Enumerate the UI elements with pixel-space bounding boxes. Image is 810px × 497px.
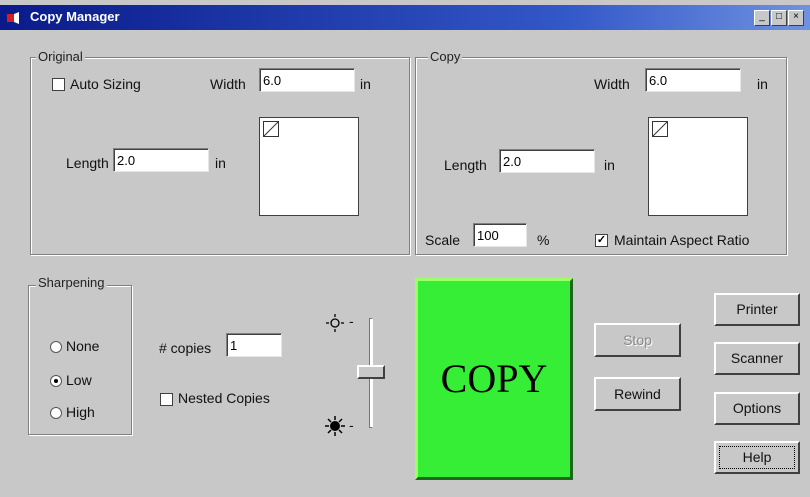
maintain-aspect-checkbox[interactable]: ✓ [595,234,608,247]
copy-width-unit: in [757,76,768,92]
stop-button[interactable]: Stop [594,323,681,357]
title-bar[interactable]: Copy Manager _ □ × [0,5,810,30]
original-preview-thumb [263,121,279,137]
dark-sun-icon [325,416,345,436]
minimize-button[interactable]: _ [754,10,770,26]
close-button[interactable]: × [788,10,804,26]
original-width-input[interactable]: 6.0 [259,68,355,92]
sharpening-group-label: Sharpening [36,275,107,290]
bright-sun-icon [326,314,344,332]
copy-length-unit: in [604,157,615,173]
original-width-unit: in [360,76,371,92]
nested-copies-checkbox[interactable] [160,393,173,406]
original-width-label: Width [210,76,246,92]
help-button[interactable]: Help [714,441,800,474]
auto-sizing-label: Auto Sizing [70,76,141,92]
sharpening-none-label: None [66,338,100,354]
copy-preview [648,117,748,216]
copy-button[interactable]: COPY [415,278,573,480]
scale-input[interactable]: 100 [473,223,527,247]
copy-length-label: Length [444,157,487,173]
scanner-button[interactable]: Scanner [714,342,800,375]
copy-width-label: Width [594,76,630,92]
sharpening-low-label: Low [66,372,92,388]
sharpening-high-label: High [66,404,95,420]
copy-manager-window: Copy Manager _ □ × Original Auto Sizing … [0,0,810,497]
copy-width-input[interactable]: 6.0 [645,68,741,92]
printer-button[interactable]: Printer [714,293,800,326]
restore-button[interactable]: □ [771,10,787,26]
nested-copies-label: Nested Copies [178,390,270,406]
copy-group-label: Copy [428,49,463,64]
original-length-unit: in [215,155,226,171]
rewind-button[interactable]: Rewind [594,377,681,411]
sharpening-none-radio[interactable] [50,341,62,353]
maintain-aspect-label: Maintain Aspect Ratio [614,232,750,248]
sharpening-high-radio[interactable] [50,407,62,419]
original-length-input[interactable]: 2.0 [113,148,209,172]
original-length-label: Length [66,155,109,171]
app-icon [7,12,19,24]
bright-tick-mark: - [349,313,354,329]
copies-input[interactable]: 1 [226,333,282,357]
scale-unit: % [537,232,550,248]
dark-tick-mark: - [349,417,354,433]
sharpening-low-radio[interactable] [50,375,62,387]
brightness-slider-thumb[interactable] [357,365,385,379]
copy-length-input[interactable]: 2.0 [499,149,595,173]
window-title: Copy Manager [30,9,120,24]
auto-sizing-checkbox[interactable] [52,78,65,91]
copies-label: # copies [159,340,212,356]
scale-label: Scale [425,232,461,248]
original-preview [259,117,359,216]
original-group-label: Original [36,49,85,64]
copy-preview-thumb [652,121,668,137]
options-button[interactable]: Options [714,392,800,425]
